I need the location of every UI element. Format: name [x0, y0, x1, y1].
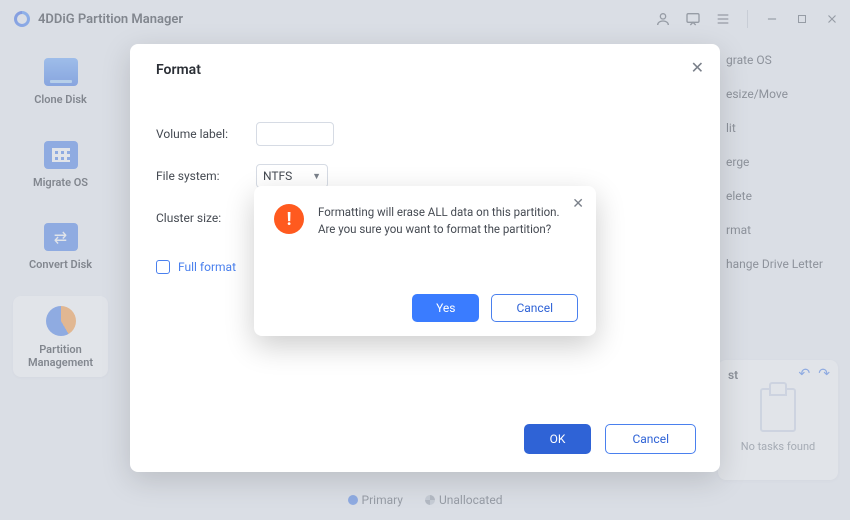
confirm-yes-button[interactable]: Yes [412, 294, 479, 322]
confirm-close-icon[interactable]: ✕ [572, 196, 584, 212]
confirm-message: Formatting will erase ALL data on this p… [318, 204, 576, 237]
file-system-select[interactable]: NTFS ▼ [256, 164, 328, 188]
file-system-value: NTFS [263, 169, 292, 183]
full-format-label: Full format [178, 260, 236, 274]
confirm-cancel-button[interactable]: Cancel [491, 294, 578, 322]
format-ok-button[interactable]: OK [524, 424, 592, 454]
volume-label-input[interactable] [256, 122, 334, 146]
format-close-icon[interactable]: ✕ [691, 58, 704, 77]
volume-label-caption: Volume label: [156, 127, 246, 141]
full-format-checkbox[interactable] [156, 260, 170, 274]
format-cancel-button[interactable]: Cancel [605, 424, 696, 454]
warning-icon: ! [274, 204, 304, 234]
cluster-size-caption: Cluster size: [156, 211, 246, 225]
confirm-dialog: ✕ ! Formatting will erase ALL data on th… [254, 186, 596, 336]
format-dialog-title: Format [156, 62, 694, 78]
file-system-caption: File system: [156, 169, 246, 183]
chevron-down-icon: ▼ [312, 171, 321, 182]
